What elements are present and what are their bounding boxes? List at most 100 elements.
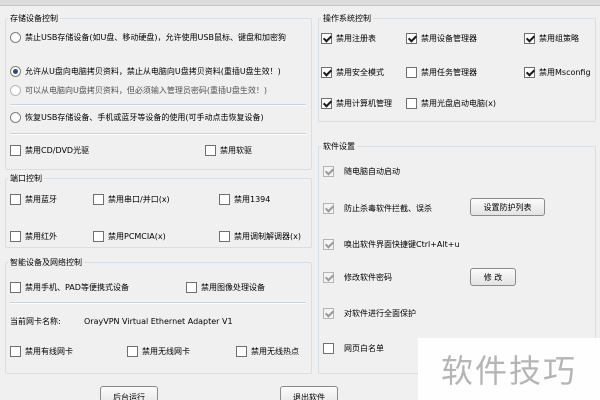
smart-group-title: 智能设备及网络控制 — [8, 257, 84, 268]
disable-infrared-checkbox[interactable]: 禁用红外 — [10, 231, 57, 242]
checkbox-label: 禁用软驱 — [220, 145, 252, 155]
radio-icon[interactable] — [10, 32, 21, 43]
autostart-checkbox[interactable]: 随电脑自动启动 — [323, 166, 400, 177]
checkbox-checked-icon[interactable] — [323, 272, 334, 283]
disable-hotspot-checkbox[interactable]: 禁用无线热点 — [236, 346, 299, 357]
checkbox-label: 禁用计算机管理 — [336, 98, 392, 108]
watermark-text: 软件技巧 — [440, 352, 577, 390]
checkbox-label: 禁用注册表 — [336, 33, 376, 43]
full-protection-checkbox[interactable]: 对软件进行全面保护 — [323, 308, 416, 319]
anti-kill-checkbox[interactable]: 防止杀毒软件拦截、误杀 — [323, 203, 432, 214]
disable-device-manager-checkbox[interactable]: 禁用设备管理器 — [406, 33, 477, 44]
os-group-title: 操作系统控制 — [321, 13, 373, 24]
storage-option-password-copy[interactable]: 可以从电脑向U盘拷贝资料，但必须输入管理员密码(重插U盘生效！) — [10, 85, 267, 96]
storage-divider — [10, 104, 306, 106]
exit-software-button[interactable]: 退出软件 — [280, 386, 338, 400]
checkbox-icon[interactable] — [93, 231, 104, 242]
checkbox-icon[interactable] — [219, 231, 230, 242]
radio-selected-icon[interactable] — [10, 66, 21, 77]
disable-portable-devices-checkbox[interactable]: 禁用手机、PAD等便携式设备 — [10, 282, 129, 293]
storage-option-label: 允许从U盘向电脑拷贝资料，禁止从电脑向U盘拷贝资料(重插U盘生效！) — [25, 66, 281, 76]
disable-1394-checkbox[interactable]: 禁用1394 — [219, 194, 270, 205]
disable-modem-checkbox[interactable]: 禁用调制解调器(x) — [219, 231, 301, 242]
checkbox-icon[interactable] — [127, 346, 138, 357]
checkbox-checked-icon[interactable] — [321, 67, 332, 78]
checkbox-icon[interactable] — [10, 282, 21, 293]
run-in-background-button[interactable]: 后台运行 — [100, 386, 158, 400]
checkbox-label: 禁用CD/DVD光驱 — [25, 145, 90, 155]
checkbox-label: 禁用光盘启动电脑(x) — [421, 98, 496, 108]
checkbox-icon[interactable] — [323, 343, 334, 354]
software-group-title: 软件设置 — [321, 141, 357, 152]
disable-floppy-checkbox[interactable]: 禁用软驱 — [205, 145, 252, 156]
disable-safe-mode-checkbox[interactable]: 禁用安全模式 — [321, 67, 384, 78]
disable-pcmcia-checkbox[interactable]: 禁用PCMCIA(x) — [93, 231, 166, 242]
radio-icon[interactable] — [10, 85, 21, 96]
checkbox-icon[interactable] — [10, 346, 21, 357]
checkbox-label: 防止杀毒软件拦截、误杀 — [344, 203, 432, 213]
disable-task-manager-checkbox[interactable]: 禁用任务管理器 — [406, 67, 477, 78]
checkbox-label: 禁用无线网卡 — [142, 346, 190, 356]
checkbox-label: 随电脑自动启动 — [344, 166, 400, 176]
storage-option-readonly-usb[interactable]: 允许从U盘向电脑拷贝资料，禁止从电脑向U盘拷贝资料(重插U盘生效！) — [10, 66, 281, 77]
checkbox-label: 唤出软件界面快捷键Ctrl+Alt+u — [344, 239, 460, 249]
storage-option-block-usb[interactable]: 禁止USB存储设备(如U盘、移动硬盘)，允许使用USB鼠标、键盘和加密狗 — [10, 32, 286, 43]
disable-computer-management-checkbox[interactable]: 禁用计算机管理 — [321, 98, 392, 109]
checkbox-icon[interactable] — [10, 145, 21, 156]
radio-icon[interactable] — [10, 112, 21, 123]
disable-serial-checkbox[interactable]: 禁用串口/并口(x) — [93, 194, 170, 205]
checkbox-label: 禁用图像处理设备 — [201, 282, 265, 292]
set-protection-list-button[interactable]: 设置防护列表 — [470, 198, 545, 216]
hotkey-checkbox[interactable]: 唤出软件界面快捷键Ctrl+Alt+u — [323, 239, 460, 250]
disable-registry-checkbox[interactable]: 禁用注册表 — [321, 33, 376, 44]
checkbox-icon[interactable] — [93, 194, 104, 205]
checkbox-icon[interactable] — [10, 231, 21, 242]
nic-name-value: OrayVPN Virtual Ethernet Adapter V1 — [84, 317, 233, 326]
site-watermark: 软件技巧 — [418, 338, 600, 400]
change-password-button[interactable]: 修 改 — [470, 268, 516, 286]
disable-cd-checkbox[interactable]: 禁用CD/DVD光驱 — [10, 145, 89, 156]
disable-wireless-nic-checkbox[interactable]: 禁用无线网卡 — [127, 346, 190, 357]
checkbox-label: 禁用设备管理器 — [421, 33, 477, 43]
disable-cd-boot-checkbox[interactable]: 禁用光盘启动电脑(x) — [406, 98, 496, 109]
checkbox-icon[interactable] — [219, 194, 230, 205]
storage-group-title: 存储设备控制 — [8, 13, 60, 24]
checkbox-checked-icon[interactable] — [524, 67, 535, 78]
checkbox-label: 禁用串口/并口(x) — [108, 194, 170, 204]
checkbox-label: 禁用PCMCIA(x) — [108, 231, 166, 241]
checkbox-checked-icon[interactable] — [323, 166, 334, 177]
disable-bluetooth-checkbox[interactable]: 禁用蓝牙 — [10, 194, 57, 205]
storage-option-restore[interactable]: 恢复USB存储设备、手机或蓝牙等设备的使用(可手动点击恢复设备) — [10, 112, 264, 123]
checkbox-icon[interactable] — [236, 346, 247, 357]
checkbox-checked-icon[interactable] — [323, 308, 334, 319]
checkbox-label: 禁用无线热点 — [251, 346, 299, 356]
disable-group-policy-checkbox[interactable]: 禁用组策略 — [524, 33, 579, 44]
checkbox-label: 禁用手机、PAD等便携式设备 — [25, 282, 129, 292]
change-password-checkbox[interactable]: 修改软件密码 — [323, 272, 392, 283]
web-whitelist-checkbox[interactable]: 网页白名单 — [323, 343, 384, 354]
checkbox-icon[interactable] — [406, 98, 417, 109]
storage-option-label: 禁止USB存储设备(如U盘、移动硬盘)，允许使用USB鼠标、键盘和加密狗 — [25, 32, 286, 42]
checkbox-checked-icon[interactable] — [321, 98, 332, 109]
disable-wired-nic-checkbox[interactable]: 禁用有线网卡 — [10, 346, 73, 357]
checkbox-label: 禁用1394 — [234, 194, 271, 204]
checkbox-checked-icon[interactable] — [524, 33, 535, 44]
port-group-title: 端口控制 — [8, 173, 44, 184]
checkbox-icon[interactable] — [406, 67, 417, 78]
checkbox-checked-icon[interactable] — [321, 33, 332, 44]
storage-option-label: 恢复USB存储设备、手机或蓝牙等设备的使用(可手动点击恢复设备) — [25, 112, 264, 122]
checkbox-checked-icon[interactable] — [406, 33, 417, 44]
storage-option-label: 可以从电脑向U盘拷贝资料，但必须输入管理员密码(重插U盘生效！) — [25, 85, 267, 95]
disable-imaging-checkbox[interactable]: 禁用图像处理设备 — [186, 282, 265, 293]
disable-msconfig-checkbox[interactable]: 禁用Msconfig — [524, 67, 591, 78]
window-top-strip — [0, 0, 600, 6]
checkbox-label: 修改软件密码 — [344, 272, 392, 282]
checkbox-icon[interactable] — [10, 194, 21, 205]
checkbox-checked-icon[interactable] — [323, 203, 334, 214]
checkbox-label: 禁用Msconfig — [539, 67, 591, 77]
checkbox-label: 禁用蓝牙 — [25, 194, 57, 204]
checkbox-icon[interactable] — [205, 145, 216, 156]
checkbox-label: 禁用安全模式 — [336, 67, 384, 77]
checkbox-icon[interactable] — [186, 282, 197, 293]
checkbox-checked-icon[interactable] — [323, 239, 334, 250]
